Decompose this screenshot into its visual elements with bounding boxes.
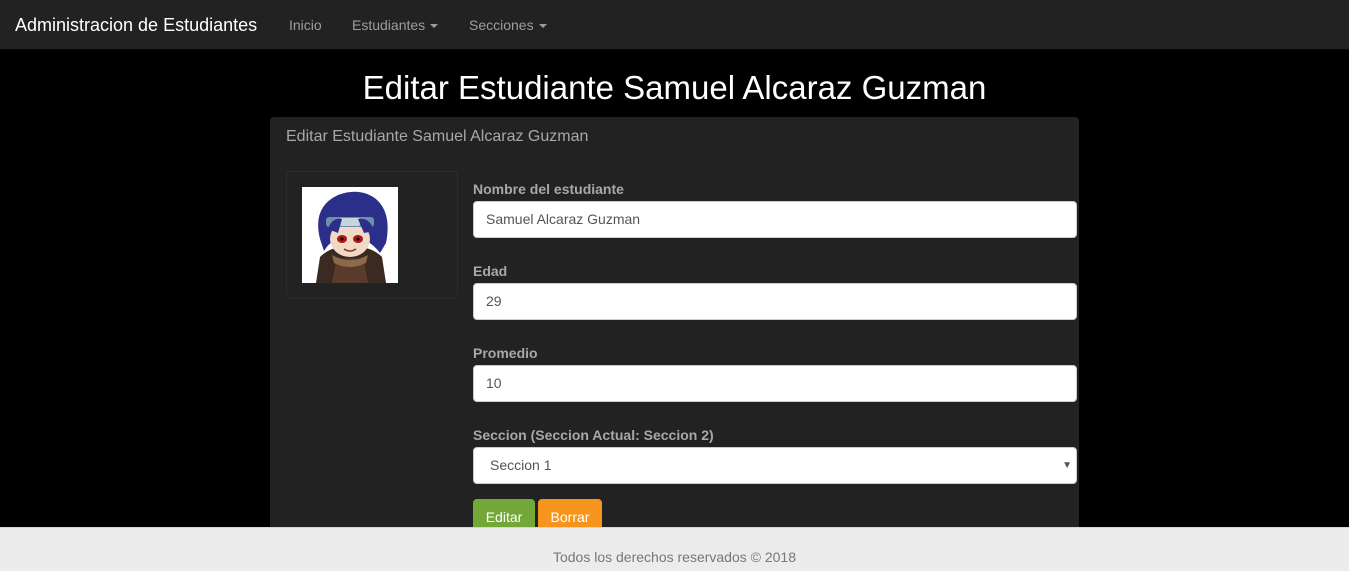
student-thumbnail: [286, 171, 458, 299]
section-select-value: Seccion 1: [490, 457, 552, 473]
student-avatar-image: [302, 187, 398, 283]
page-title: Editar Estudiante Samuel Alcaraz Guzman: [362, 69, 987, 106]
age-label: Edad: [473, 263, 508, 279]
navbar-brand[interactable]: Administracion de Estudiantes: [15, 13, 257, 37]
name-label: Nombre del estudiante: [473, 181, 624, 197]
age-input-value: 29: [486, 293, 502, 309]
average-label: Promedio: [473, 345, 538, 361]
name-input-value: Samuel Alcaraz Guzman: [486, 211, 641, 227]
nav-item-label: Estudiantes: [352, 17, 426, 33]
navbar: Administracion de Estudiantes Inicio Est…: [0, 0, 1349, 50]
nav-item-label: Inicio: [289, 17, 322, 33]
nav-item-inicio[interactable]: Inicio: [289, 15, 322, 35]
name-input[interactable]: Samuel Alcaraz Guzman: [473, 201, 1077, 238]
age-input[interactable]: 29: [473, 283, 1077, 320]
caret-down-icon: [430, 24, 439, 29]
section-select[interactable]: Seccion 1 ▼: [473, 447, 1077, 484]
panel-heading: Editar Estudiante Samuel Alcaraz Guzman: [286, 128, 589, 145]
edit-student-panel: Editar Estudiante Samuel Alcaraz Guzman: [270, 117, 1079, 537]
nav-item-label: Secciones: [469, 17, 534, 33]
nav-item-secciones[interactable]: Secciones: [469, 15, 547, 35]
average-input[interactable]: 10: [473, 365, 1077, 402]
footer-copyright: Todos los derechos reservados © 2018: [552, 549, 796, 565]
average-input-value: 10: [486, 375, 502, 391]
caret-down-icon: [538, 24, 547, 29]
chibi-avatar-icon: [316, 191, 388, 283]
footer: Todos los derechos reservados © 2018: [0, 527, 1349, 571]
section-label: Seccion (Seccion Actual: Seccion 2): [473, 427, 714, 443]
nav-item-estudiantes[interactable]: Estudiantes: [352, 15, 439, 35]
select-arrow-icon: ▼: [1062, 460, 1072, 471]
